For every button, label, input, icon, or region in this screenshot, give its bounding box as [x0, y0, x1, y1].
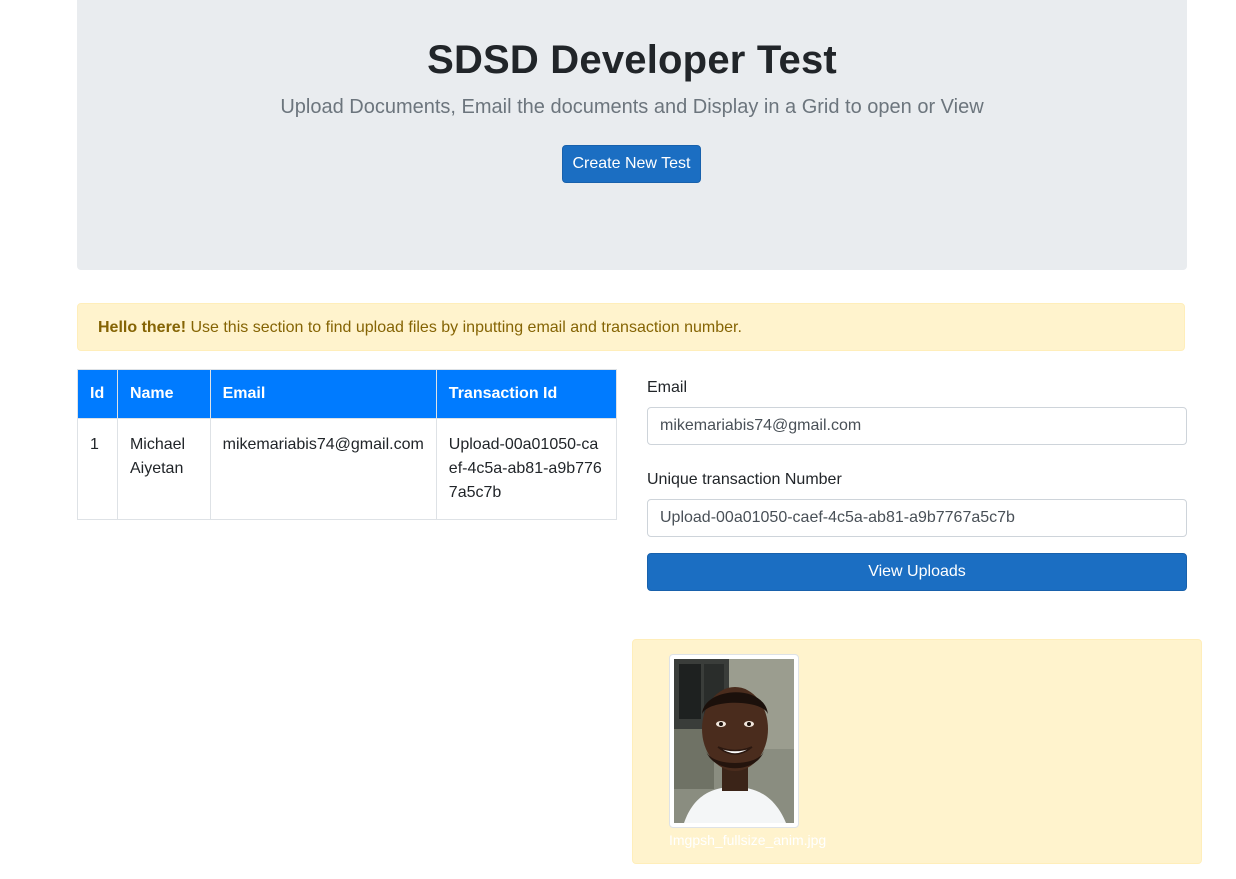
column-header-id: Id: [77, 369, 118, 419]
uploads-table: Id Name Email Transaction Id 1 Michael A…: [77, 369, 618, 520]
cell-name: Michael Aiyetan: [116, 418, 211, 520]
cell-transaction-id: Upload-00a01050-caef-4c5a-ab81-a9b7767a5…: [435, 418, 618, 520]
jumbotron-header: SDSD Developer Test Upload Documents, Em…: [77, 0, 1187, 270]
profile-photo: [674, 659, 794, 823]
cell-transaction-id-text: Upload-00a01050-caef-4c5a-ab81-a9b7767a5…: [448, 436, 602, 501]
email-field[interactable]: [647, 407, 1187, 445]
table-row: 1 Michael Aiyetan mikemariabis74@gmail.c…: [77, 418, 618, 520]
cell-email: mikemariabis74@gmail.com: [209, 418, 437, 520]
uploads-gallery: Imgpsh_fullsize_anim.jpg: [632, 639, 1202, 864]
page-title: SDSD Developer Test: [427, 38, 837, 82]
create-new-test-button[interactable]: Create New Test: [562, 145, 701, 183]
alert-message: Use this section to find upload files by…: [186, 319, 742, 336]
column-header-email: Email: [209, 369, 437, 419]
table-header-row: Id Name Email Transaction Id: [77, 369, 618, 419]
email-label: Email: [647, 379, 688, 396]
page-subtitle: Upload Documents, Email the documents an…: [280, 96, 984, 118]
column-header-transaction-id: Transaction Id: [435, 369, 618, 419]
upload-file-name[interactable]: Imgpsh_fullsize_anim.jpg: [669, 832, 826, 848]
transaction-number-field[interactable]: [647, 499, 1187, 537]
transaction-number-label: Unique transaction Number: [647, 471, 842, 488]
upload-thumbnail[interactable]: [669, 654, 799, 828]
view-uploads-button[interactable]: View Uploads: [647, 553, 1187, 591]
column-header-name: Name: [116, 369, 211, 419]
cell-id: 1: [77, 418, 118, 520]
info-alert: Hello there! Use this section to find up…: [77, 303, 1185, 351]
alert-title: Hello there!: [98, 319, 187, 336]
